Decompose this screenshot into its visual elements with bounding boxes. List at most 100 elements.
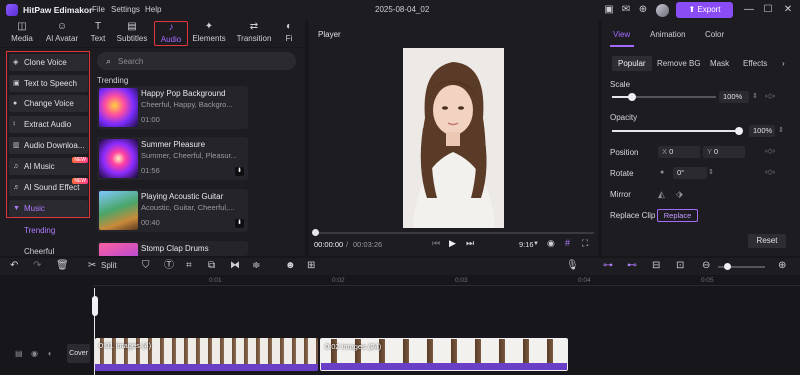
sidebar-item-clone-voice[interactable]: ◈ Clone Voice bbox=[9, 54, 88, 71]
face-icon[interactable]: ☻ bbox=[285, 259, 296, 273]
scale-value[interactable]: 100% bbox=[719, 91, 749, 103]
grid-icon[interactable]: # bbox=[565, 238, 570, 248]
scrubber-knob[interactable] bbox=[312, 229, 319, 236]
tab-view[interactable]: View bbox=[613, 30, 630, 39]
delete-icon[interactable]: 🗑 bbox=[56, 259, 69, 273]
redo-icon[interactable]: ↷ bbox=[33, 259, 41, 273]
freeze-icon[interactable]: ⊞ bbox=[307, 259, 315, 273]
mute-icon[interactable]: ◖ bbox=[47, 349, 52, 358]
play-icon[interactable]: ▶ bbox=[449, 238, 456, 249]
tab-transition[interactable]: ⇄ Transition bbox=[234, 21, 274, 46]
menu-settings[interactable]: Settings bbox=[111, 5, 140, 14]
download-icon[interactable]: ⬇ bbox=[235, 167, 244, 176]
track-card[interactable]: Summer Pleasure Summer, Cheerful, Pleasu… bbox=[97, 137, 248, 180]
mirror-tool-icon[interactable]: ⧓ bbox=[230, 259, 240, 273]
opacity-slider[interactable] bbox=[612, 130, 740, 132]
eye-icon[interactable]: ◉ bbox=[31, 349, 38, 358]
adjust-icon[interactable]: ≑ bbox=[252, 259, 260, 273]
aspect-ratio-select[interactable]: 9:16 bbox=[519, 240, 534, 249]
opacity-slider-knob[interactable] bbox=[735, 127, 743, 135]
timeline-ruler[interactable] bbox=[93, 276, 800, 286]
track-icon[interactable]: ▤ bbox=[15, 349, 23, 358]
rotate-knob-icon[interactable]: ● bbox=[660, 169, 664, 176]
sidebar-item-ai-sound-effect[interactable]: ♬ AI Sound Effect NEW bbox=[9, 178, 88, 196]
split-label[interactable]: Split bbox=[101, 259, 117, 273]
fit-icon[interactable]: ⊡ bbox=[676, 259, 684, 273]
zoom-in-icon[interactable]: ⊕ bbox=[778, 259, 786, 273]
tab-ai-avatar[interactable]: ☺ AI Avatar bbox=[42, 21, 82, 46]
fullscreen-icon[interactable]: ⛶ bbox=[582, 238, 588, 249]
export-button[interactable]: ⬆ Export bbox=[676, 2, 733, 18]
player-scrubber[interactable] bbox=[314, 232, 594, 234]
subtab-mask[interactable]: Mask bbox=[710, 59, 729, 68]
music-sub-trending[interactable]: Trending bbox=[24, 226, 55, 235]
user-avatar[interactable] bbox=[656, 4, 669, 17]
microphone-icon[interactable]: 🎙 bbox=[566, 259, 579, 273]
store-icon[interactable]: ▣ bbox=[603, 4, 615, 16]
prev-frame-icon[interactable]: ⏮ bbox=[432, 238, 440, 249]
sidebar-item-ai-music[interactable]: ♫ AI Music NEW bbox=[9, 157, 88, 175]
sidebar-item-change-voice[interactable]: ● Change Voice bbox=[9, 95, 88, 112]
snap-icon[interactable]: ⊷ bbox=[627, 259, 637, 273]
chevron-right-icon[interactable]: › bbox=[782, 59, 785, 68]
keyframe-icon[interactable]: ‹◇› bbox=[765, 147, 775, 155]
keyframe-icon[interactable]: ‹◇› bbox=[765, 92, 775, 100]
subtab-remove-bg[interactable]: Remove BG bbox=[657, 59, 701, 68]
next-frame-icon[interactable]: ⏭ bbox=[466, 238, 474, 249]
sidebar-item-extract-audio[interactable]: ♮ Extract Audio bbox=[9, 116, 88, 133]
rotate-value[interactable]: 0° bbox=[673, 167, 707, 179]
minimize-icon[interactable]: — bbox=[743, 4, 755, 16]
playhead-handle[interactable] bbox=[92, 296, 98, 316]
download-icon[interactable]: ⬇ bbox=[235, 219, 244, 228]
music-sub-cheerful[interactable]: Cheerful bbox=[24, 247, 54, 256]
opacity-value[interactable]: 100% bbox=[749, 125, 775, 137]
crop-icon[interactable]: ⌗ bbox=[186, 259, 192, 273]
position-x-field[interactable]: X 0 bbox=[658, 146, 700, 158]
cart-icon[interactable]: ⊕ bbox=[637, 4, 649, 16]
replace-button[interactable]: Replace bbox=[657, 209, 698, 222]
tab-elements[interactable]: ✦ Elements bbox=[191, 21, 227, 46]
undo-icon[interactable]: ↶ bbox=[10, 259, 18, 273]
zoom-out-icon[interactable]: ⊖ bbox=[702, 259, 710, 273]
link-icon[interactable]: ⊶ bbox=[603, 259, 613, 273]
sidebar-item-music[interactable]: ▼ Music bbox=[9, 200, 88, 217]
stepper-icon[interactable]: ⇕ bbox=[752, 92, 758, 100]
text-tool-icon[interactable]: Ⓣ bbox=[164, 259, 174, 273]
zoom-slider-knob[interactable] bbox=[724, 263, 731, 270]
menu-help[interactable]: Help bbox=[145, 5, 161, 14]
stepper-icon[interactable]: ⇕ bbox=[778, 126, 784, 134]
sidebar-item-audio-download[interactable]: ▥ Audio Downloa... bbox=[9, 137, 88, 154]
track-card[interactable]: Happy Pop Background Cheerful, Happy, Ba… bbox=[97, 86, 248, 129]
sidebar-item-text-to-speech[interactable]: ▣ Text to Speech bbox=[9, 75, 88, 92]
resize-icon[interactable]: ⧉ bbox=[208, 259, 215, 273]
split-icon[interactable]: ✂ bbox=[88, 259, 96, 273]
track-card[interactable]: Playing Acoustic Guitar Acoustic, Guitar… bbox=[97, 189, 248, 232]
position-y-field[interactable]: Y 0 bbox=[703, 146, 745, 158]
close-icon[interactable]: ✕ bbox=[782, 4, 794, 16]
reset-button[interactable]: Reset bbox=[748, 234, 786, 248]
tab-color[interactable]: Color bbox=[705, 30, 724, 39]
track-card[interactable]: Stomp Clap Drums bbox=[97, 241, 248, 256]
menu-file[interactable]: File bbox=[92, 5, 105, 14]
stepper-icon[interactable]: ⇕ bbox=[708, 168, 714, 176]
cover-button[interactable]: Cover bbox=[67, 344, 90, 363]
shield-icon[interactable]: ⛉ bbox=[142, 259, 150, 273]
video-preview[interactable] bbox=[403, 48, 504, 228]
subtab-effects[interactable]: Effects bbox=[743, 59, 767, 68]
flip-vertical-icon[interactable]: ⬗ bbox=[676, 189, 683, 200]
maximize-icon[interactable]: ☐ bbox=[762, 4, 774, 16]
keyframe-icon[interactable]: ‹◇› bbox=[765, 168, 775, 176]
subtab-popular[interactable]: Popular bbox=[612, 56, 652, 71]
tab-subtitles[interactable]: ▤ Subtitles bbox=[114, 21, 150, 46]
flip-horizontal-icon[interactable]: ◭ bbox=[658, 189, 665, 200]
track-toggle-icon[interactable]: ⊟ bbox=[652, 259, 660, 273]
tab-text[interactable]: T Text bbox=[87, 21, 109, 46]
mail-icon[interactable]: ✉ bbox=[620, 4, 632, 16]
scale-slider-knob[interactable] bbox=[628, 93, 636, 101]
video-clip[interactable]: 0:01 images (4) bbox=[95, 338, 318, 371]
snapshot-icon[interactable]: ◉ bbox=[547, 238, 555, 249]
tab-animation[interactable]: Animation bbox=[650, 30, 686, 39]
tab-filter[interactable]: ◐ Fi bbox=[282, 21, 296, 46]
tab-audio[interactable]: ♪ Audio bbox=[154, 21, 188, 46]
tab-media[interactable]: ◫ Media bbox=[8, 21, 36, 46]
